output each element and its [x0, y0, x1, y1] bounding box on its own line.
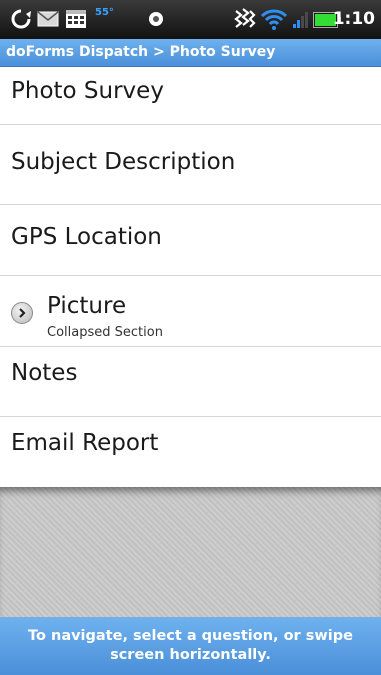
vibrate-icon: [232, 7, 256, 31]
breadcrumb: doForms Dispatch > Photo Survey: [0, 39, 381, 67]
temperature-text: 55°: [95, 7, 114, 18]
sync-icon: [10, 8, 32, 30]
navigation-hint-bar: To navigate, select a question, or swipe…: [0, 617, 381, 675]
list-item-subject-description[interactable]: Subject Description: [0, 125, 381, 205]
weather-icon: [147, 10, 165, 28]
chevron-right-icon[interactable]: [11, 302, 33, 324]
list-item-photo-survey[interactable]: Photo Survey: [0, 67, 381, 125]
question-list: Photo Survey Subject Description GPS Loc…: [0, 67, 381, 487]
mail-icon: [37, 11, 59, 27]
list-item-picture[interactable]: Picture Collapsed Section: [0, 276, 381, 347]
list-item-label: Email Report: [11, 430, 159, 456]
clock-text: 1:10: [332, 9, 375, 29]
empty-area: [0, 487, 381, 617]
list-item-gps-location[interactable]: GPS Location: [0, 205, 381, 276]
list-item-label: Notes: [11, 360, 78, 386]
list-item-label: GPS Location: [11, 224, 162, 250]
list-item-email-report[interactable]: Email Report: [0, 417, 381, 487]
status-bar: 55° 1:10: [0, 0, 381, 39]
list-item-sublabel: Collapsed Section: [47, 325, 163, 340]
list-item-label: Subject Description: [11, 149, 236, 175]
breadcrumb-text: doForms Dispatch > Photo Survey: [6, 44, 276, 60]
list-item-label: Picture: [47, 293, 127, 319]
list-item-label: Photo Survey: [11, 78, 164, 104]
screen: 55° 1:10 doForms Dispatch > Photo Survey…: [0, 0, 381, 675]
signal-icon: [292, 9, 310, 29]
wifi-icon: [260, 7, 288, 31]
list-item-notes[interactable]: Notes: [0, 347, 381, 417]
calendar-icon: [65, 9, 87, 29]
navigation-hint-text: To navigate, select a question, or swipe…: [28, 628, 353, 663]
